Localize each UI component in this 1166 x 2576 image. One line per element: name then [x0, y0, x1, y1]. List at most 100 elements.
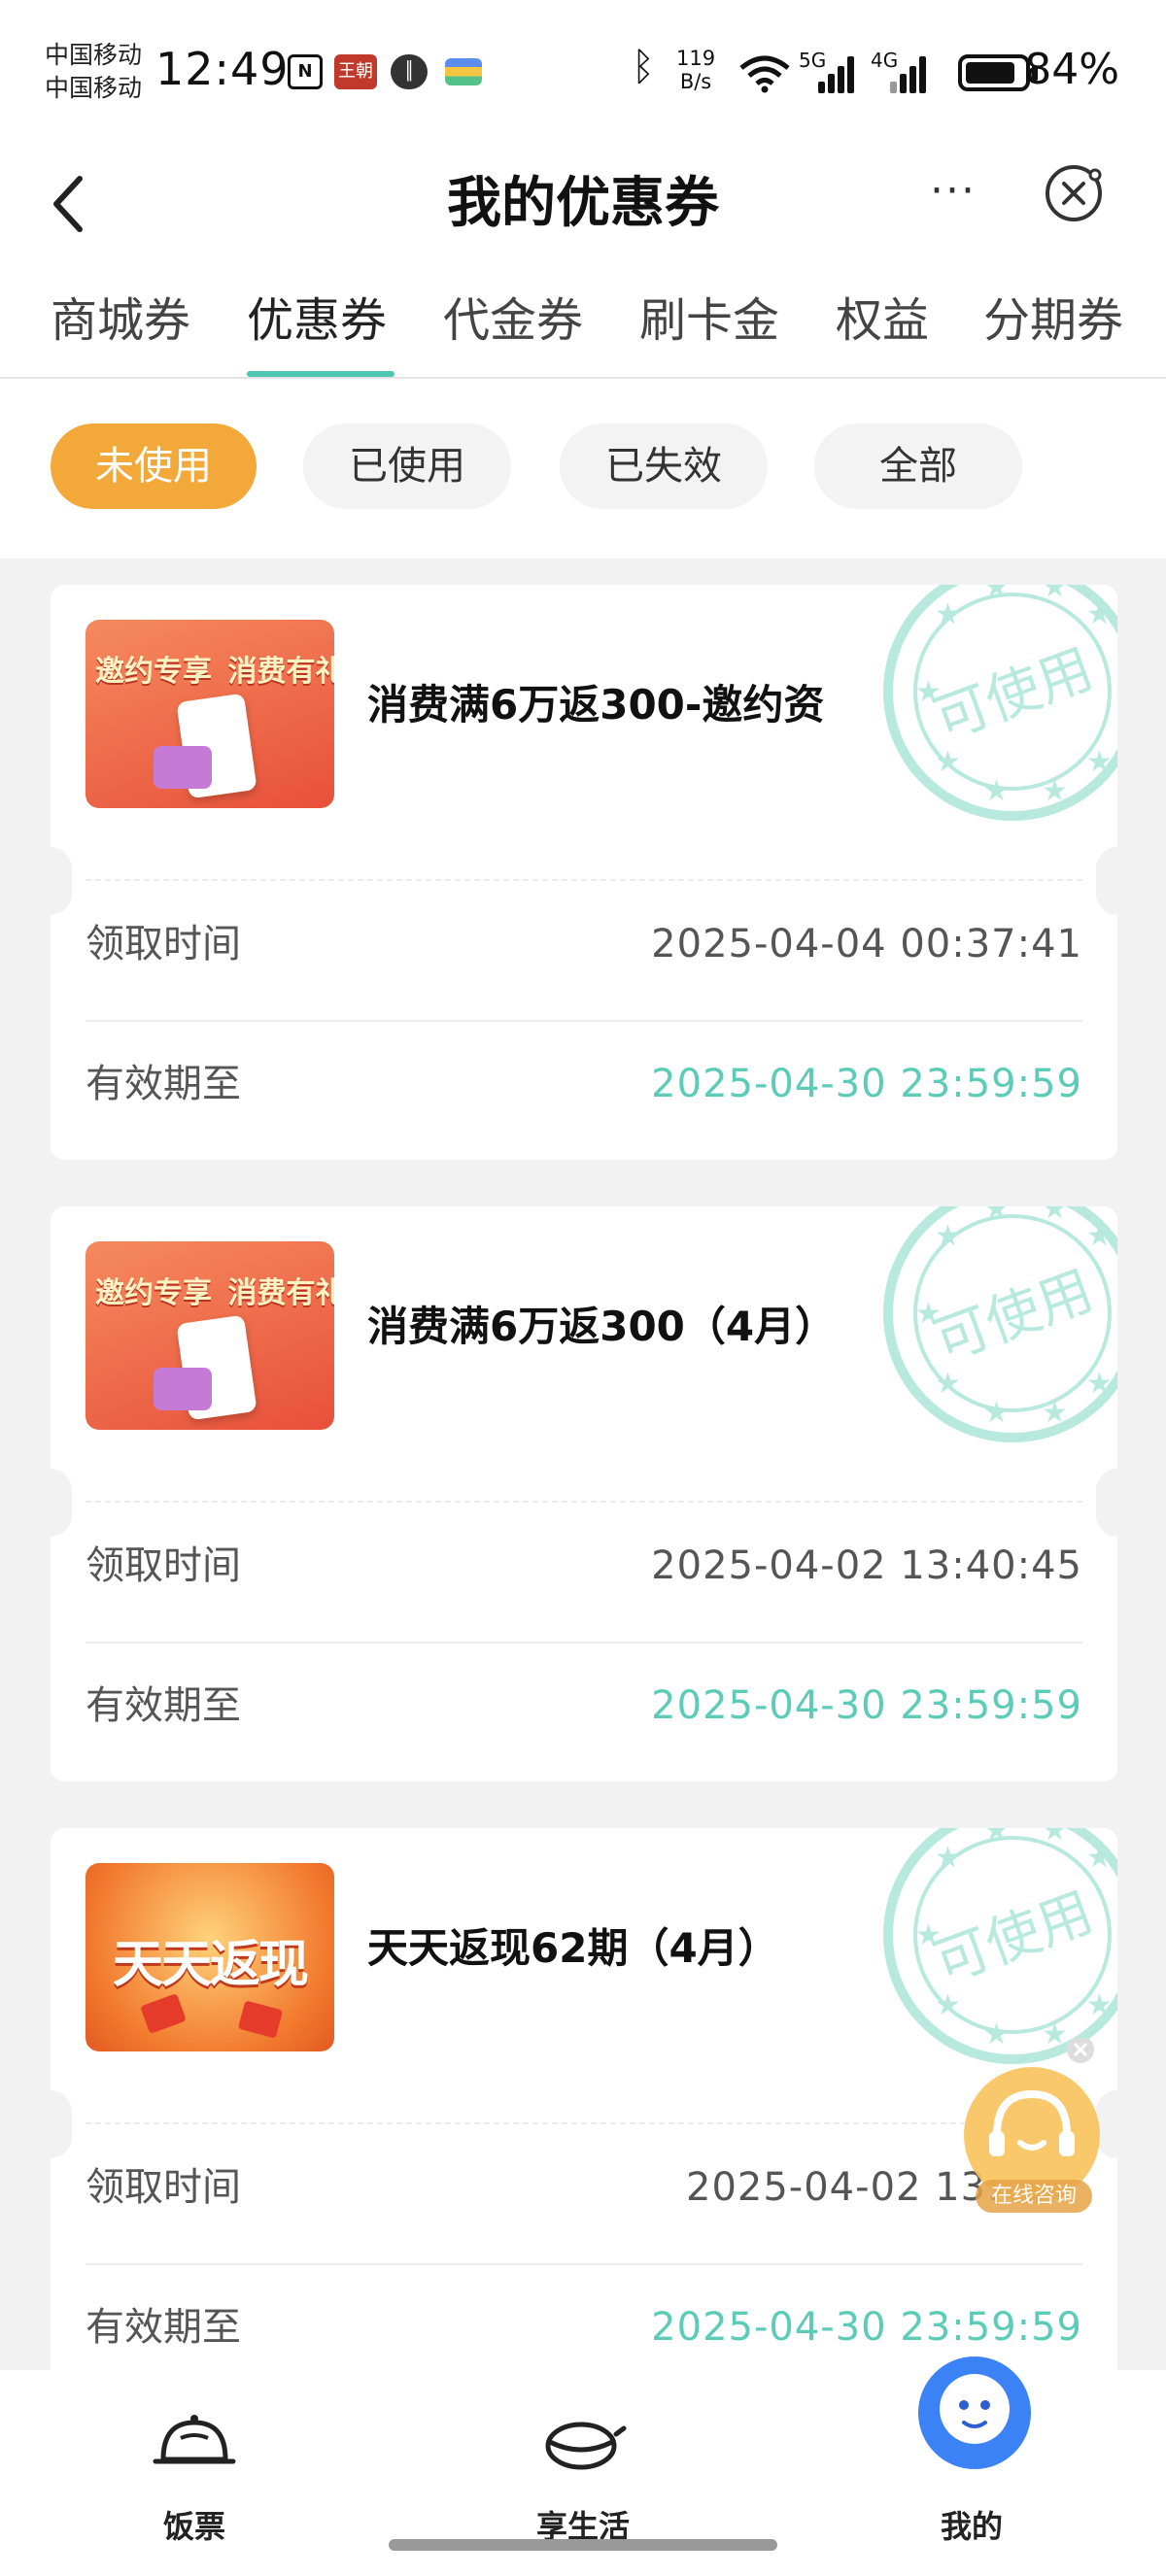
coupon-thumbnail: 邀约专享 消费有礼 [86, 620, 334, 808]
filter-unused[interactable]: 未使用 [51, 424, 257, 509]
online-consult-button[interactable]: 在线咨询 [958, 2038, 1114, 2213]
nav-label: 饭票 [162, 2508, 225, 2545]
valid-label: 有效期至 [86, 1062, 241, 1106]
tab-mall-coupon[interactable]: 商城券 [51, 282, 190, 359]
tab-installment-coupon[interactable]: 分期券 [983, 282, 1123, 359]
svg-text:★: ★ [983, 585, 1010, 604]
nav-meal-ticket[interactable]: 饭票 [97, 2390, 292, 2545]
svg-text:★: ★ [983, 774, 1010, 808]
app-notify-icon: ║ [391, 54, 428, 89]
coupon-name: 天天返现62期（4月） [367, 1924, 779, 1972]
received-value: 2025-04-04 00:37:41 [651, 922, 1082, 966]
received-time-row: 领取时间 2025-04-02 13: [86, 2149, 1082, 2226]
filter-all[interactable]: 全部 [814, 424, 1022, 509]
coupon-card[interactable]: 邀约专享 消费有礼 消费满6万返300-邀约资 ★ ★ ★ ★ ★ ★ ★ ★ ★ 可使用 领… [51, 585, 1117, 1160]
valid-label: 有效期至 [86, 2305, 241, 2350]
net-speed: 119 B/s [676, 47, 716, 93]
coupon-type-tabs: 商城券 优惠券 代金券 刷卡金 权益 分期券 [0, 282, 1166, 379]
received-time-row: 领取时间 2025-04-02 13:40:45 [86, 1527, 1082, 1605]
svg-text:可使用: 可使用 [926, 1259, 1101, 1374]
svg-text:★: ★ [1086, 597, 1113, 631]
received-value: 2025-04-02 13: [686, 2165, 1001, 2210]
card-divider [86, 2122, 1082, 2124]
filter-expired[interactable]: 已失效 [560, 424, 768, 509]
svg-text:★: ★ [1086, 1219, 1113, 1253]
available-stamp-icon: ★★ ★★ ★★★ ★★ 可使用 [883, 1206, 1117, 1442]
svg-text:★: ★ [983, 1396, 1010, 1430]
svg-text:可使用: 可使用 [926, 1881, 1101, 1996]
available-stamp-icon: ★★ ★★ ★★★ ★★ 可使用 [883, 585, 1117, 821]
cart-graphic [154, 746, 212, 789]
valid-label: 有效期至 [86, 1683, 241, 1728]
red-envelope-graphic [140, 1993, 187, 2034]
received-label: 领取时间 [86, 922, 241, 966]
carrier-1: 中国移动 [45, 41, 143, 69]
thumb-text-2: 消费有礼 [227, 1276, 334, 1310]
battery-icon [958, 54, 1030, 91]
received-label: 领取时间 [86, 1543, 241, 1588]
more-options-icon[interactable]: ··· [919, 167, 987, 235]
svg-text:★: ★ [1086, 1367, 1113, 1401]
svg-text:★: ★ [935, 1219, 961, 1253]
valid-value: 2025-04-30 23:59:59 [651, 1062, 1082, 1106]
thumb-text-2: 消费有礼 [227, 655, 334, 689]
received-label: 领取时间 [86, 2165, 241, 2210]
status-bar: 中国移动 中国移动 12:49 N 王朝 ║ ᛒ 119 B/s 5G 4G 8… [0, 0, 1166, 146]
signal-1-icon [816, 54, 859, 93]
svg-text:★: ★ [983, 1828, 1010, 1847]
nav-label: 我的 [940, 2508, 1003, 2545]
carrier-2: 中国移动 [45, 74, 143, 102]
svg-text:★: ★ [935, 597, 961, 631]
home-indicator[interactable] [389, 2539, 777, 2551]
carrier-labels: 中国移动 中国移动 [45, 39, 142, 105]
available-stamp-icon: ★★ ★★ ★★★ ★★ 可使用 [883, 1828, 1117, 2064]
clock: 12:49 [155, 43, 290, 95]
received-time-row: 领取时间 2025-04-04 00:37:41 [86, 905, 1082, 983]
nfc-icon: N [288, 54, 323, 89]
battery-level: 84% [1024, 45, 1119, 94]
red-envelope-graphic [237, 2000, 284, 2039]
tab-card-bonus[interactable]: 刷卡金 [639, 282, 779, 359]
svg-text:★: ★ [1042, 585, 1068, 604]
card-divider [86, 879, 1082, 881]
svg-text:★: ★ [983, 1206, 1010, 1226]
thumb-text-1: 邀约专享 [95, 655, 212, 689]
tab-discount-coupon[interactable]: 优惠券 [247, 282, 387, 359]
page-title: 我的优惠券 [447, 172, 719, 235]
svg-text:可使用: 可使用 [926, 637, 1101, 753]
svg-text:★: ★ [1042, 1396, 1068, 1430]
wallet-icon [445, 58, 482, 85]
consult-label: 在线咨询 [990, 2184, 1077, 2208]
bluetooth-icon: ᛒ [632, 45, 655, 89]
coupon-name: 消费满6万返300（4月） [367, 1303, 837, 1350]
svg-text:★: ★ [1086, 745, 1113, 779]
tab-benefits[interactable]: 权益 [836, 282, 929, 359]
svg-text:★: ★ [1042, 1828, 1068, 1847]
avatar-icon [918, 2356, 1031, 2469]
thumb-text-1: 邀约专享 [95, 1276, 212, 1310]
rice-bowl-icon [153, 2415, 236, 2464]
svg-text:★: ★ [1042, 1206, 1068, 1226]
coupon-thumbnail: 天天返现 [86, 1863, 334, 2051]
filter-used[interactable]: 已使用 [303, 424, 511, 509]
app-badge-icon: 王朝 [334, 54, 377, 89]
signal-2-icon [888, 54, 931, 93]
nav-enjoy-life[interactable]: 享生活 [486, 2390, 680, 2545]
close-miniapp-icon[interactable] [1040, 159, 1108, 227]
bowl-icon [545, 2422, 627, 2470]
cart-graphic [154, 1368, 212, 1410]
svg-text:★: ★ [1086, 1841, 1113, 1875]
svg-text:★: ★ [935, 1841, 961, 1875]
coupon-thumbnail: 邀约专享 消费有礼 [86, 1241, 334, 1430]
valid-value: 2025-04-30 23:59:59 [651, 1683, 1082, 1728]
coupon-name: 消费满6万返300-邀约资 [367, 681, 825, 729]
navigation-bar: 我的优惠券 ··· 商城券 优惠券 代金券 刷卡金 权益 分期券 [0, 146, 1166, 379]
thumb-text-1: 天天返现 [112, 1936, 309, 1994]
coupon-card[interactable]: 邀约专享 消费有礼 消费满6万返300（4月） ★ ★ ★ ★ ★ ★ ★ ★ ★ 可使用 领… [51, 1206, 1117, 1781]
valid-until-row: 有效期至 2025-04-30 23:59:59 [86, 1045, 1082, 1123]
status-filter-row: 未使用 已使用 已失效 全部 [0, 379, 1166, 559]
valid-until-row: 有效期至 2025-04-30 23:59:59 [86, 1667, 1082, 1745]
svg-text:★: ★ [1042, 774, 1068, 808]
received-value: 2025-04-02 13:40:45 [651, 1543, 1082, 1588]
tab-voucher[interactable]: 代金券 [443, 282, 583, 359]
